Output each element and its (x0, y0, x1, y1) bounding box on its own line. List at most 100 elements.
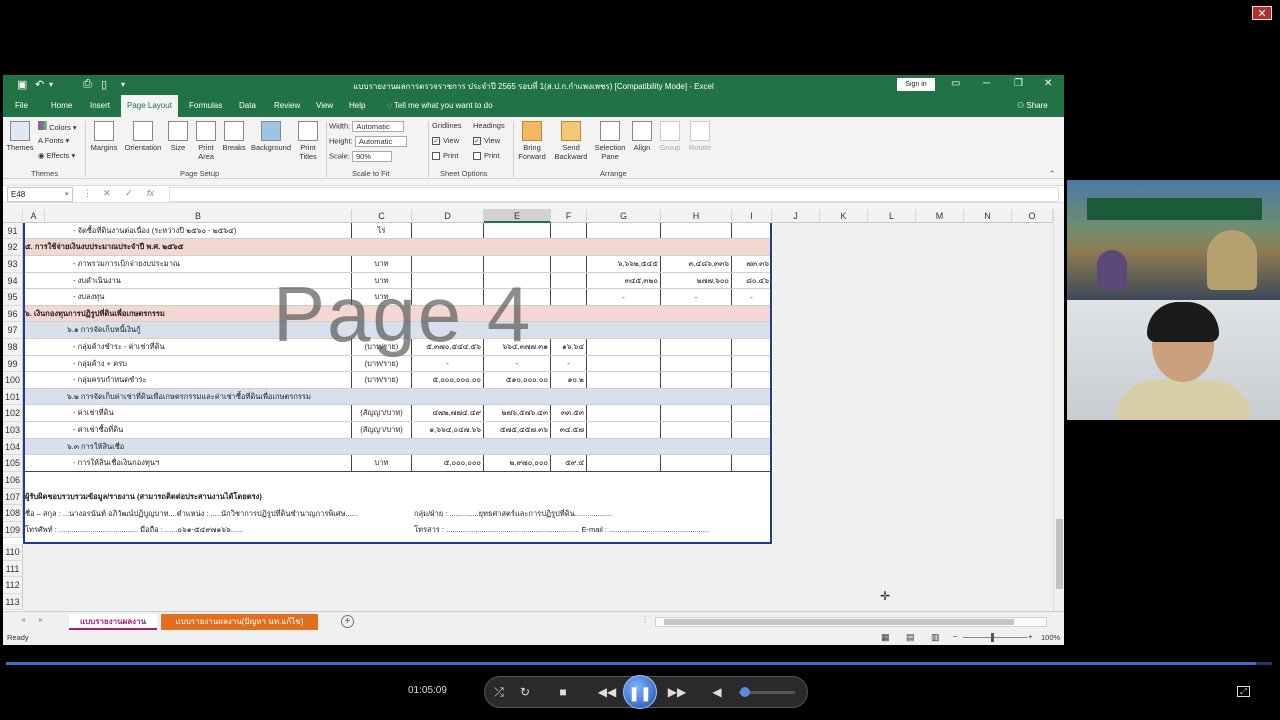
row-header[interactable]: 110 (3, 544, 23, 561)
tell-me-search[interactable]: ◌ Tell me what you want to do (381, 95, 499, 117)
pause-button[interactable]: ❚❚ (623, 675, 657, 709)
close-icon[interactable]: ✕ (1044, 78, 1052, 89)
cell-d[interactable]: ๕,๐๐๐,๐๐๐.๐๐ (412, 372, 484, 388)
gridlines-view-checkbox[interactable]: ✓ View (432, 136, 459, 146)
row-header[interactable]: 98 (3, 339, 23, 356)
select-all-corner[interactable] (3, 209, 23, 223)
cell-f[interactable] (551, 273, 587, 288)
cell-b[interactable]: - จัดซื้อที่ดินงานต่อเนื่อง (ระหว่างปี ๒… (45, 223, 352, 238)
column-header-f[interactable]: F (551, 209, 587, 223)
row-header[interactable]: 111 (3, 561, 23, 577)
cell-g[interactable] (587, 339, 661, 355)
cell-i[interactable]: - (732, 289, 771, 305)
cell-f[interactable]: ๓๓.๕๓ (551, 405, 587, 421)
cell-g[interactable] (587, 372, 661, 388)
overlay-close-button[interactable]: ✕ (1252, 6, 1272, 20)
rotate-button[interactable]: Rotate (687, 121, 713, 152)
cell-e[interactable]: ๒๗๖,๕๗๖.๔๓ (484, 405, 551, 421)
column-header-g[interactable]: G (587, 209, 661, 223)
column-header-k[interactable]: K (820, 209, 868, 223)
tab-help[interactable]: Help (343, 95, 371, 117)
row-header[interactable]: 97 (3, 322, 23, 339)
column-header-c[interactable]: C (352, 209, 412, 223)
column-header-o[interactable]: O (1012, 209, 1053, 223)
cell-g[interactable] (587, 356, 661, 371)
zoom-out-icon[interactable]: − (953, 632, 957, 641)
cell-h[interactable] (661, 455, 732, 471)
cell-g[interactable] (587, 405, 661, 421)
print-titles-button[interactable]: Print Titles (295, 121, 321, 161)
cell-h[interactable]: - (661, 289, 732, 305)
cell-d[interactable] (412, 223, 484, 238)
minimize-icon[interactable]: ─ (983, 78, 990, 89)
cell-h[interactable] (661, 372, 732, 388)
gridlines-print-checkbox[interactable]: Print (432, 151, 458, 161)
zoom-in-icon[interactable]: + (1028, 632, 1032, 641)
page-break-preview-icon[interactable]: ▥ (931, 632, 940, 643)
scale-control[interactable]: Scale: 90% (329, 151, 392, 162)
insert-function-icon[interactable]: fx (147, 188, 154, 198)
cell-h[interactable]: ๓,๔๘๖,๓๓๖ (661, 256, 732, 272)
cell-i[interactable]: ๗๓.๓๖ (732, 256, 771, 272)
row-header[interactable]: 99 (3, 356, 23, 372)
column-header-l[interactable]: L (868, 209, 916, 223)
breaks-button[interactable]: Breaks (221, 121, 247, 152)
align-button[interactable]: Align (631, 121, 653, 152)
cell-b[interactable]: - ค่าเช่าที่ดิน (45, 405, 352, 421)
volume-knob[interactable] (739, 687, 750, 697)
cell-h[interactable]: ๒๗๗,๖๐๐ (661, 273, 732, 288)
cell-f[interactable]: - (551, 356, 587, 371)
row-header[interactable]: 113 (3, 594, 23, 610)
cell-e[interactable]: ๕๗๕,๔๕๗.๓๖ (484, 422, 551, 438)
row-header[interactable]: 104 (3, 439, 23, 455)
cell-d[interactable]: ๕,๐๐๐,๐๐๐ (412, 455, 484, 471)
zoom-slider-knob[interactable] (991, 633, 994, 642)
vertical-scrollbar[interactable] (1053, 209, 1064, 611)
row-header[interactable]: 109 (3, 522, 23, 538)
fullscreen-icon[interactable]: ⤢ (1237, 686, 1250, 697)
tab-formulas[interactable]: Formulas (183, 95, 228, 117)
cell-c[interactable]: บาท (352, 455, 412, 471)
scale-input[interactable]: 90% (351, 151, 392, 162)
tab-page-layout[interactable]: Page Layout (121, 95, 178, 117)
margins-button[interactable]: Margins (89, 121, 119, 152)
previous-icon[interactable]: ◀◀ (595, 685, 619, 699)
row-header[interactable]: 105 (3, 455, 23, 472)
cell-d[interactable]: ๔๗๒,๗๗๔.๔๙ (412, 405, 484, 421)
cell-e[interactable] (484, 223, 551, 238)
headings-print-checkbox[interactable]: Print (473, 151, 499, 161)
group-button[interactable]: Group (657, 121, 683, 152)
row-header[interactable]: 102 (3, 405, 23, 422)
column-header-d[interactable]: D (412, 209, 484, 223)
effects-button[interactable]: ◉ Effects ▾ (38, 151, 75, 160)
cell-h[interactable] (661, 405, 732, 421)
fonts-button[interactable]: A Fonts ▾ (38, 136, 69, 145)
cell-i[interactable]: ๘๐.๔๖ (732, 273, 771, 288)
cell-e[interactable]: ๕๑๐,๐๐๐.๐๐ (484, 372, 551, 388)
zoom-level[interactable]: 100% (1041, 633, 1060, 642)
cell-h[interactable] (661, 422, 732, 438)
row-header[interactable]: 107 (3, 489, 23, 505)
volume-slider[interactable] (739, 687, 795, 697)
cell-f[interactable]: ๕๙.๔ (551, 455, 587, 471)
contact-fax-email[interactable]: โทรสาร : ...............................… (412, 522, 771, 538)
cell-g[interactable]: - (587, 289, 661, 305)
sign-in-button[interactable]: Sign in (897, 78, 935, 91)
cell-f[interactable] (551, 256, 587, 272)
row-header[interactable]: 103 (3, 422, 23, 439)
cell-d[interactable]: ๑,๖๖๔,๐๔๗.๖๖ (412, 422, 484, 438)
selection-pane-button[interactable]: Selection Pane (593, 121, 627, 161)
tab-home[interactable]: Home (45, 95, 78, 117)
cell-f[interactable]: ๑๐.๒ (551, 372, 587, 388)
print-area-button[interactable]: Print Area (193, 121, 219, 161)
height-control[interactable]: Height: Automatic (329, 136, 407, 147)
section-heading[interactable]: ๕. การใช้จ่ายเงินงบประมาณประจำปี พ.ศ. ๒๕… (23, 239, 771, 255)
normal-view-icon[interactable]: ▦ (881, 632, 890, 643)
row-header[interactable]: 112 (3, 577, 23, 594)
colors-button[interactable]: Colors ▾ (38, 121, 77, 132)
horizontal-scroll-thumb[interactable] (664, 619, 1014, 625)
cell-c[interactable]: (บาท/ราย) (352, 372, 412, 388)
row-header[interactable]: 95 (3, 289, 23, 306)
cell-f[interactable]: ๓๔.๕๗ (551, 422, 587, 438)
tab-view[interactable]: View (310, 95, 339, 117)
